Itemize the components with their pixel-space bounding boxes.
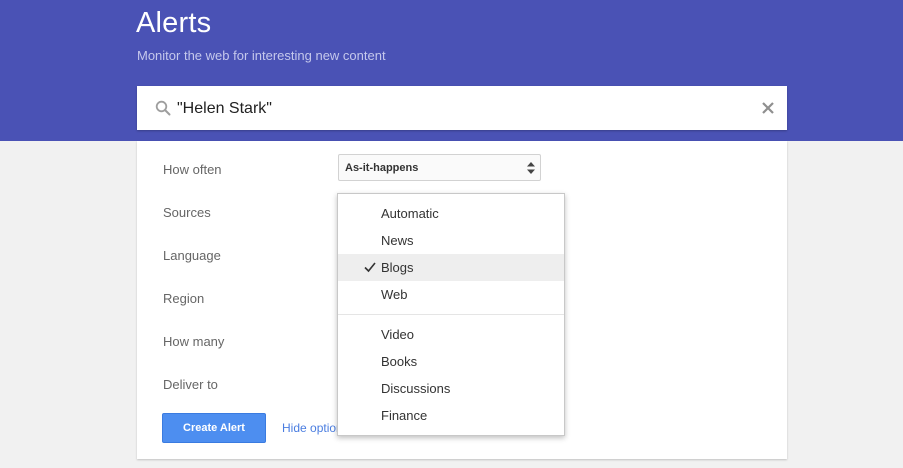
how-often-select[interactable]: As-it-happens (338, 154, 541, 181)
dropdown-item-web[interactable]: Web (338, 281, 564, 308)
language-label: Language (163, 248, 221, 263)
dropdown-divider (338, 314, 564, 315)
create-alert-button[interactable]: Create Alert (162, 413, 266, 443)
dropdown-item-video[interactable]: Video (338, 321, 564, 348)
dropdown-item-label: Blogs (381, 260, 414, 275)
checkmark-icon (364, 262, 376, 273)
dropdown-item-finance[interactable]: Finance (338, 402, 564, 429)
dropdown-item-label: Books (381, 354, 418, 369)
how-many-label: How many (163, 334, 225, 349)
search-icon (155, 100, 171, 116)
how-often-label: How often (163, 162, 222, 177)
dropdown-item-label: Web (381, 287, 408, 302)
sources-dropdown-menu: Automatic News Blogs Web Video Books Dis… (337, 193, 565, 436)
dropdown-item-label: News (381, 233, 414, 248)
sources-label: Sources (163, 205, 211, 220)
close-icon[interactable] (759, 99, 777, 117)
search-box (137, 86, 787, 130)
dropdown-item-books[interactable]: Books (338, 348, 564, 375)
select-arrows-icon (527, 162, 535, 174)
dropdown-item-discussions[interactable]: Discussions (338, 375, 564, 402)
dropdown-item-label: Finance (381, 408, 428, 423)
dropdown-item-news[interactable]: News (338, 227, 564, 254)
dropdown-item-label: Automatic (381, 206, 439, 221)
hide-options-link[interactable]: Hide options (282, 421, 337, 435)
dropdown-item-label: Video (381, 327, 415, 342)
region-label: Region (163, 291, 205, 306)
how-often-value: As-it-happens (345, 162, 419, 174)
deliver-to-label: Deliver to (163, 377, 218, 392)
app-subtitle: Monitor the web for interesting new cont… (137, 48, 386, 63)
dropdown-item-automatic[interactable]: Automatic (338, 200, 564, 227)
search-input[interactable] (177, 98, 737, 120)
dropdown-item-label: Discussions (381, 381, 451, 396)
dropdown-item-blogs[interactable]: Blogs (338, 254, 564, 281)
app-title: Alerts (136, 7, 212, 39)
